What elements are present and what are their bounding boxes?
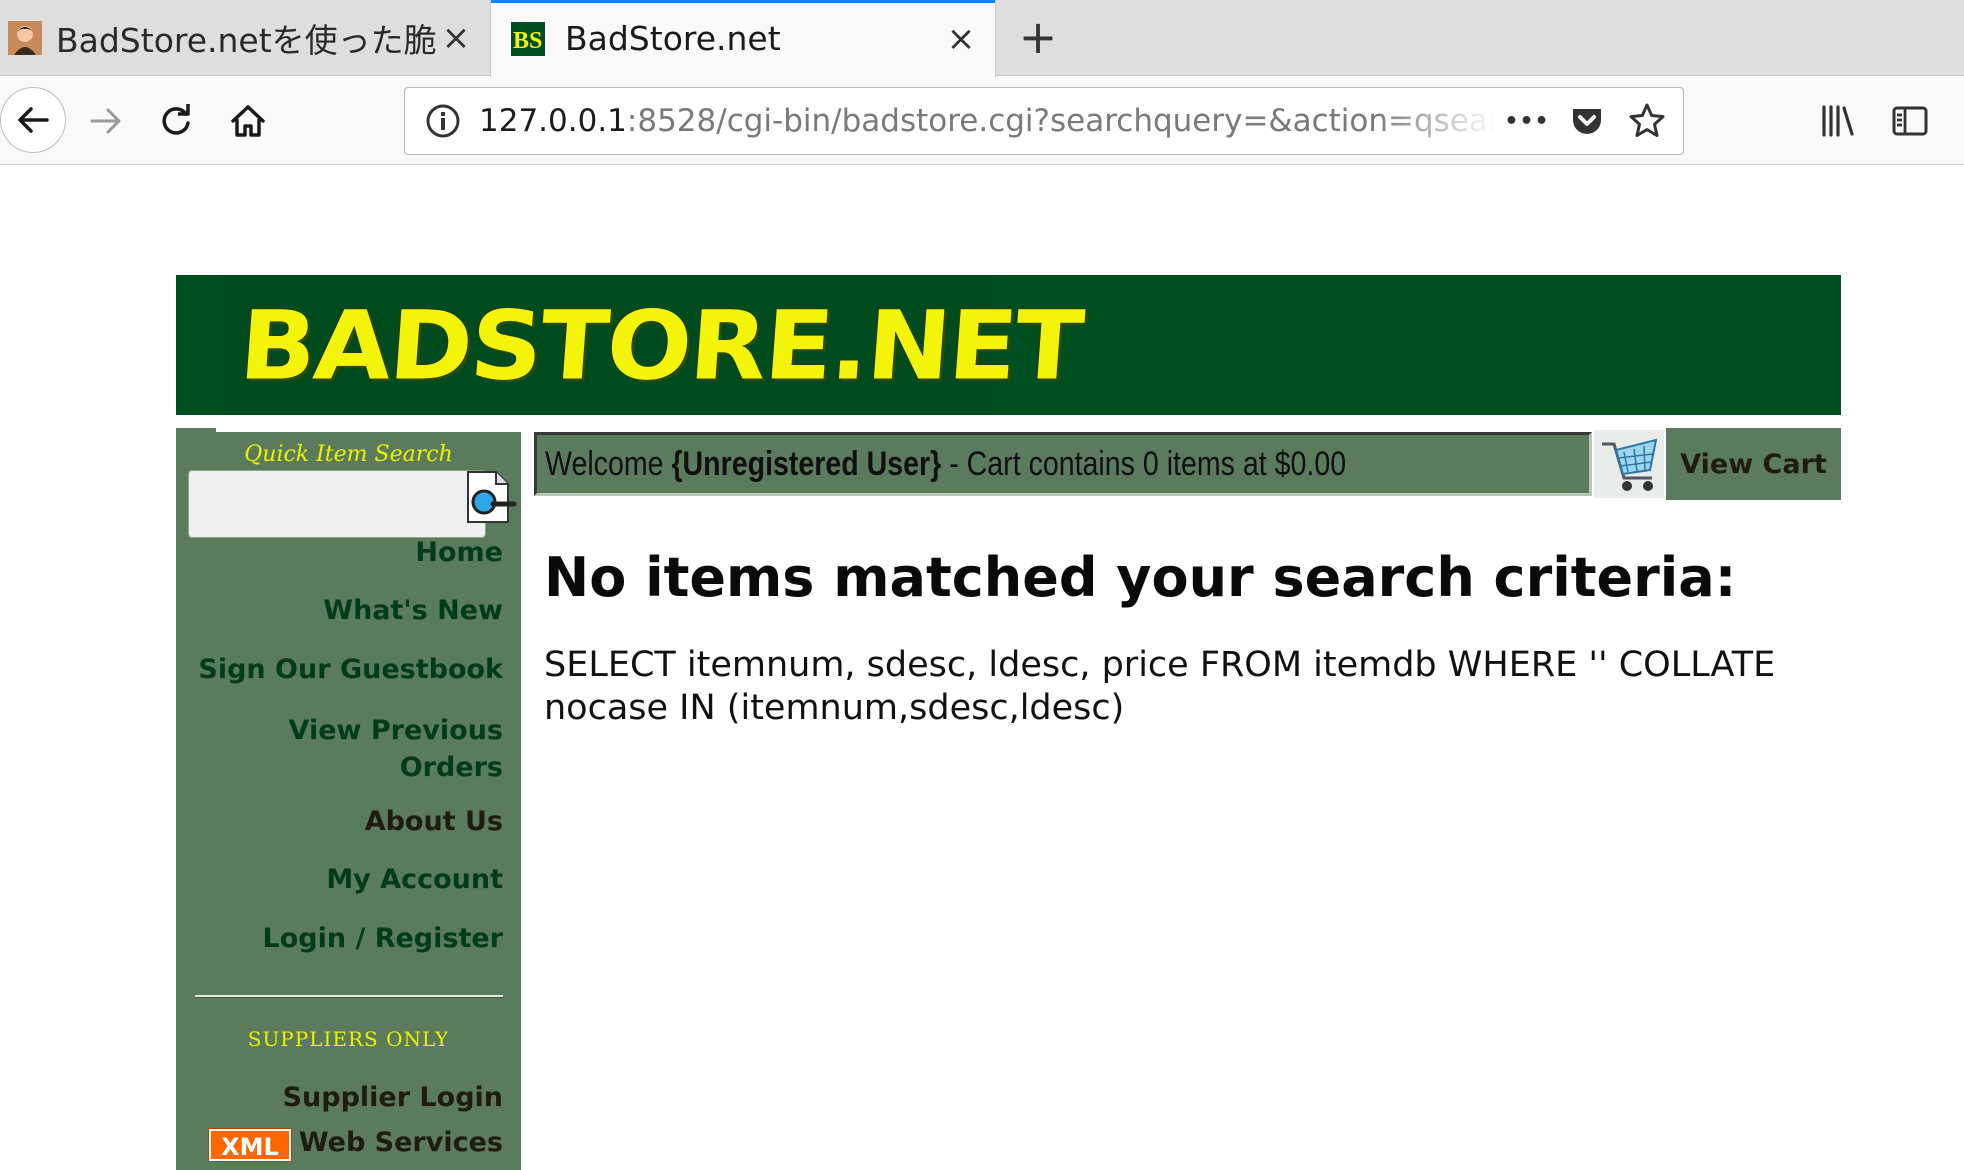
sidebar-divider	[195, 995, 503, 998]
back-button[interactable]	[0, 87, 66, 153]
sidebar-item-login-register[interactable]: Login / Register	[183, 923, 503, 954]
library-icon	[1822, 105, 1854, 137]
tab-badstore-article[interactable]: BadStore.netを使った脆 ×	[0, 0, 490, 76]
reload-button[interactable]	[146, 91, 206, 151]
close-tab-icon[interactable]: ×	[436, 18, 476, 58]
url-host: 127.0.0.1	[479, 103, 627, 139]
tab-label: BadStore.net	[565, 19, 781, 58]
bookmark-button[interactable]	[1617, 91, 1677, 151]
svg-text:BS: BS	[513, 28, 542, 54]
pocket-button[interactable]	[1557, 91, 1617, 151]
sidebar-item-whats-new[interactable]: What's New	[183, 595, 503, 626]
forward-button[interactable]	[76, 91, 136, 151]
tab-badstore[interactable]: BS BadStore.net ×	[490, 0, 996, 77]
search-icon[interactable]	[462, 468, 518, 526]
sidebar-item-about-us[interactable]: About Us	[183, 806, 503, 837]
suppliers-heading: SUPPLIERS ONLY	[247, 1027, 450, 1051]
sidebar-item-guestbook[interactable]: Sign Our Guestbook	[183, 654, 503, 685]
shopping-cart-icon[interactable]	[1594, 430, 1664, 498]
tab-bar: BadStore.netを使った脆 × BS BadStore.net × +	[0, 0, 1964, 77]
close-tab-icon[interactable]: ×	[941, 19, 981, 59]
arrow-right-icon	[90, 108, 121, 134]
url-bar[interactable]: 127.0.0.1:8528/cgi-bin/badstore.cgi?sear…	[404, 87, 1684, 155]
avatar-icon	[8, 21, 42, 55]
sidebar-item-my-account[interactable]: My Account	[183, 864, 503, 895]
page-actions-button[interactable]: •••	[1497, 91, 1557, 151]
tab-label: BadStore.netを使った脆	[56, 21, 436, 60]
sidebar-item-supplier-login[interactable]: Supplier Login	[183, 1082, 503, 1113]
welcome-bar: Welcome {Unregistered User} - Cart conta…	[534, 432, 1592, 496]
sidebar-item-home[interactable]: Home	[183, 537, 503, 568]
user-name: {Unregistered User}	[671, 444, 942, 483]
cart-summary: - Cart contains 0 items at $0.00	[941, 444, 1347, 483]
page-title: No items matched your search criteria:	[544, 546, 1737, 609]
quick-search-input[interactable]	[188, 470, 486, 538]
site-logo[interactable]: BADSTORE.NET	[218, 275, 1085, 415]
badstore-favicon: BS	[511, 21, 545, 56]
info-icon[interactable]	[423, 101, 463, 141]
sidebar-toggle-button[interactable]	[1880, 91, 1940, 151]
url-path: :8528/cgi-bin/badstore.cgi?searchquery=&…	[626, 103, 1497, 139]
new-tab-button[interactable]: +	[1010, 10, 1066, 66]
home-button[interactable]	[218, 91, 278, 151]
arrow-left-icon	[18, 107, 49, 133]
quick-search-label: Quick Item Search	[244, 442, 453, 467]
home-icon	[231, 105, 265, 137]
sidebar-item-previous-orders[interactable]: View Previous Orders	[183, 712, 503, 786]
navigation-toolbar: 127.0.0.1:8528/cgi-bin/badstore.cgi?sear…	[0, 77, 1964, 165]
logo-text: BADSTORE.NET	[235, 289, 1086, 401]
sidebar-icon	[1892, 106, 1928, 136]
sidebar-item-web-services[interactable]: Web Services	[183, 1127, 503, 1158]
sidebar: Quick Item Search Home What's New Sign O…	[176, 428, 521, 1170]
more-icon: •••	[1504, 108, 1550, 134]
sql-query-text: SELECT itemnum, sdesc, ldesc, price FROM…	[544, 645, 1776, 728]
site-banner: BADSTORE.NET	[176, 275, 1841, 415]
welcome-prefix: Welcome	[545, 444, 672, 483]
pocket-icon	[1573, 109, 1601, 134]
reload-icon	[162, 104, 190, 135]
view-cart-button[interactable]: View Cart	[1666, 428, 1841, 500]
library-button[interactable]	[1808, 91, 1868, 151]
star-icon	[1629, 103, 1665, 137]
url-text[interactable]: 127.0.0.1:8528/cgi-bin/badstore.cgi?sear…	[479, 103, 1497, 139]
